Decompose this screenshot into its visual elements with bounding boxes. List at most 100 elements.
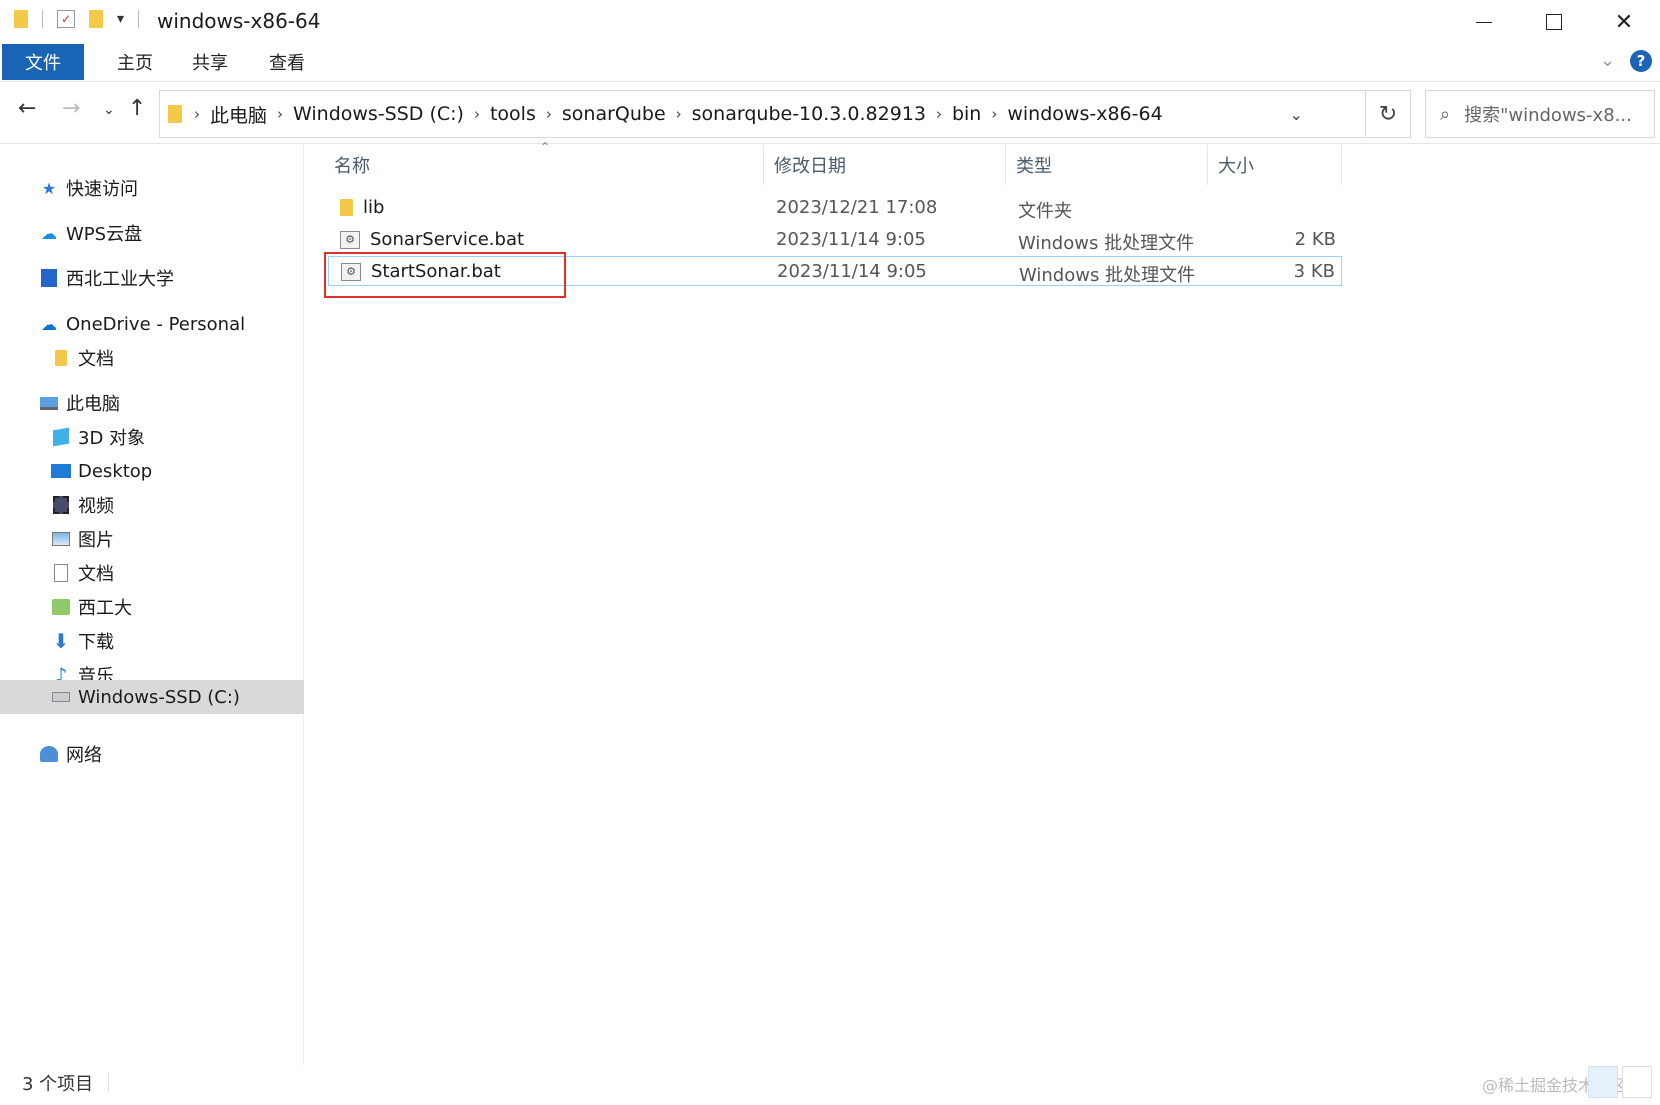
column-header-name[interactable]: 名称 xyxy=(324,145,764,185)
minimize-button[interactable] xyxy=(1450,0,1518,44)
column-header-date[interactable]: 修改日期 xyxy=(764,145,1006,185)
chevron-right-icon[interactable]: › xyxy=(474,105,480,123)
sidebar-item-label: 网络 xyxy=(66,745,102,766)
drive-icon xyxy=(50,687,72,707)
address-row: ← → ⌄ ↑ › 此电脑 › Windows-SSD (C:) › tools… xyxy=(0,82,1660,144)
sidebar-item-windows-ssd[interactable]: Windows-SSD (C:) xyxy=(0,680,304,714)
sidebar-item-label: Windows-SSD (C:) xyxy=(78,686,240,708)
divider xyxy=(108,1072,109,1092)
refresh-button[interactable]: ↻ xyxy=(1366,90,1411,138)
chevron-right-icon[interactable]: › xyxy=(546,105,552,123)
sidebar-item-videos[interactable]: 视频 xyxy=(0,488,304,522)
close-button[interactable]: ✕ xyxy=(1590,0,1658,44)
computer-icon xyxy=(38,393,60,413)
document-icon xyxy=(50,563,72,583)
divider xyxy=(42,10,43,28)
sidebar-item-label: 3D 对象 xyxy=(78,428,146,449)
tab-view[interactable]: 查看 xyxy=(252,44,322,80)
star-icon: ★ xyxy=(41,178,57,198)
recent-locations-button[interactable]: ⌄ xyxy=(103,102,115,118)
divider xyxy=(138,10,140,28)
navigation-pane: ★ 快速访问 ☁ WPS云盘 西北工业大学 ☁ OneDrive - Perso… xyxy=(0,145,304,1065)
file-name: lib xyxy=(363,197,385,218)
chevron-right-icon[interactable]: › xyxy=(991,105,997,123)
breadcrumb-drive[interactable]: Windows-SSD (C:) xyxy=(293,103,464,125)
search-placeholder: 搜索"windows-x8... xyxy=(1464,105,1632,126)
file-name-cell: lib xyxy=(340,197,384,218)
close-icon: ✕ xyxy=(1614,9,1634,35)
network-icon xyxy=(38,744,60,764)
sidebar-item-label: 此电脑 xyxy=(66,394,120,415)
properties-icon[interactable]: ✓ xyxy=(57,10,75,28)
forward-button[interactable]: → xyxy=(62,96,80,121)
folder-icon xyxy=(50,348,72,368)
title-bar: ✓ ▾ windows-x86-64 ✕ xyxy=(0,0,1660,44)
file-type: Windows 批处理文件 xyxy=(1018,233,1195,254)
details-view-button[interactable] xyxy=(1588,1066,1618,1098)
video-icon xyxy=(50,495,72,515)
sidebar-item-onedrive-documents[interactable]: 文档 xyxy=(0,341,304,375)
window-title: windows-x86-64 xyxy=(157,9,321,33)
sidebar-item-nwpu[interactable]: 西北工业大学 xyxy=(0,261,304,295)
file-type: Windows 批处理文件 xyxy=(1019,265,1196,286)
table-row[interactable]: lib 2023/12/21 17:08 文件夹 xyxy=(328,193,1342,223)
search-input[interactable]: ⌕ 搜索"windows-x8... xyxy=(1425,90,1655,138)
status-item-count: 3 个项目 xyxy=(22,1074,94,1095)
sidebar-item-onedrive[interactable]: ☁ OneDrive - Personal xyxy=(0,307,304,341)
sidebar-item-this-pc[interactable]: 此电脑 xyxy=(0,386,304,420)
breadcrumb-tools[interactable]: tools xyxy=(490,103,536,125)
quick-access-toolbar: ✓ ▾ xyxy=(14,10,140,28)
file-size: 3 KB xyxy=(1293,261,1335,282)
large-icons-view-button[interactable] xyxy=(1622,1066,1652,1098)
help-icon[interactable]: ? xyxy=(1630,50,1652,72)
maximize-icon xyxy=(1546,14,1562,30)
new-folder-icon[interactable] xyxy=(89,10,103,28)
sidebar-item-quick-access[interactable]: ★ 快速访问 xyxy=(0,171,304,205)
file-date: 2023/12/21 17:08 xyxy=(776,197,938,218)
table-row[interactable]: ⚙ SonarService.bat 2023/11/14 9:05 Windo… xyxy=(328,225,1342,255)
chevron-right-icon[interactable]: › xyxy=(936,105,942,123)
customize-toolbar-icon[interactable]: ▾ xyxy=(117,11,124,27)
sidebar-item-network[interactable]: 网络 xyxy=(0,737,304,771)
back-button[interactable]: ← xyxy=(18,96,36,121)
sidebar-item-documents[interactable]: 文档 xyxy=(0,556,304,590)
address-dropdown-icon[interactable]: ⌄ xyxy=(1290,105,1303,124)
breadcrumb-bin[interactable]: bin xyxy=(952,103,981,125)
tab-file[interactable]: 文件 xyxy=(2,44,84,80)
address-bar[interactable]: › 此电脑 › Windows-SSD (C:) › tools › sonar… xyxy=(159,90,1366,138)
up-button[interactable]: ↑ xyxy=(128,96,146,121)
breadcrumb-this-pc[interactable]: 此电脑 xyxy=(210,101,267,128)
cube-icon xyxy=(50,427,72,447)
sidebar-item-desktop[interactable]: Desktop xyxy=(0,454,304,488)
tab-home[interactable]: 主页 xyxy=(100,44,170,80)
maximize-button[interactable] xyxy=(1520,0,1588,44)
sidebar-item-pictures[interactable]: 图片 xyxy=(0,522,304,556)
sidebar-item-nwpu-short[interactable]: 西工大 xyxy=(0,590,304,624)
onedrive-icon: ☁ xyxy=(41,314,57,334)
chevron-right-icon[interactable]: › xyxy=(676,105,682,123)
sidebar-item-downloads[interactable]: ⬇ 下载 xyxy=(0,624,304,658)
column-header-type[interactable]: 类型 xyxy=(1006,145,1208,185)
sidebar-item-label: 文档 xyxy=(78,564,114,585)
column-header-size[interactable]: 大小 xyxy=(1208,145,1342,185)
breadcrumb-sonarqube-version[interactable]: sonarqube-10.3.0.82913 xyxy=(692,103,926,125)
expand-ribbon-icon[interactable]: ⌄ xyxy=(1600,50,1615,71)
file-name-cell: ⚙ SonarService.bat xyxy=(340,229,524,250)
file-name: SonarService.bat xyxy=(370,229,525,250)
sidebar-item-wps-cloud[interactable]: ☁ WPS云盘 xyxy=(0,216,304,250)
chevron-right-icon[interactable]: › xyxy=(194,105,200,123)
breadcrumb-sonarqube[interactable]: sonarQube xyxy=(562,103,666,125)
batch-file-icon: ⚙ xyxy=(340,230,360,249)
cloud-icon: ☁ xyxy=(41,223,57,243)
sidebar-item-label: 西北工业大学 xyxy=(66,269,174,290)
breadcrumb-current[interactable]: windows-x86-64 xyxy=(1007,103,1162,125)
picture-icon xyxy=(50,529,72,549)
sidebar-item-label: 文档 xyxy=(78,349,114,370)
sidebar-item-label: OneDrive - Personal xyxy=(66,313,246,335)
chevron-right-icon[interactable]: › xyxy=(277,105,283,123)
minimize-icon xyxy=(1476,21,1492,23)
tab-share[interactable]: 共享 xyxy=(175,44,245,80)
sidebar-item-3d-objects[interactable]: 3D 对象 xyxy=(0,420,304,454)
file-size: 2 KB xyxy=(1294,229,1336,250)
desktop-icon xyxy=(50,461,72,481)
